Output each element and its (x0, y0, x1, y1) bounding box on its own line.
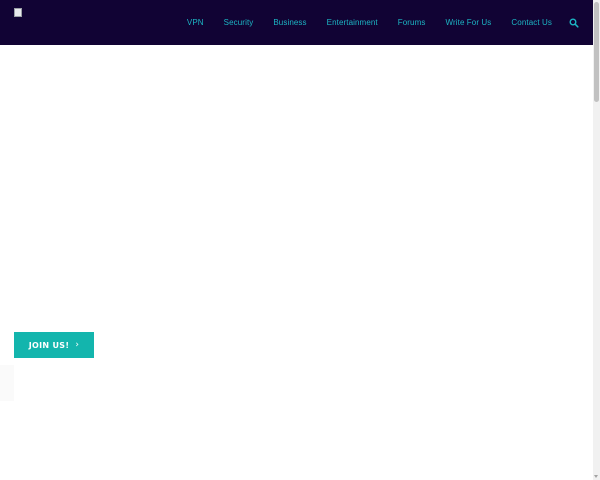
nav-item-forums[interactable]: Forums (398, 18, 426, 27)
decorative-edge (0, 365, 14, 401)
site-header: VPN Security Business Entertainment Foru… (0, 0, 593, 45)
scroll-down-arrow-icon[interactable] (594, 475, 598, 478)
nav-item-write-for-us[interactable]: Write For Us (445, 18, 491, 27)
nav-item-vpn[interactable]: VPN (187, 18, 204, 27)
nav-item-security[interactable]: Security (224, 18, 254, 27)
join-us-button[interactable]: JOIN US! › (14, 332, 94, 358)
page: VPN Security Business Entertainment Foru… (0, 0, 600, 480)
vertical-scrollbar[interactable] (593, 0, 600, 480)
chevron-right-icon: › (75, 340, 80, 350)
site-logo[interactable] (14, 8, 94, 22)
nav-item-entertainment[interactable]: Entertainment (327, 18, 378, 27)
nav-item-contact-us[interactable]: Contact Us (511, 18, 552, 27)
main-nav: VPN Security Business Entertainment Foru… (187, 0, 579, 45)
broken-image-icon (14, 8, 22, 17)
search-icon[interactable] (569, 18, 579, 28)
join-us-label: JOIN US! (28, 340, 70, 350)
hero-section: JOIN US! › (0, 45, 593, 480)
nav-item-business[interactable]: Business (273, 18, 306, 27)
scrollbar-thumb[interactable] (594, 2, 599, 102)
